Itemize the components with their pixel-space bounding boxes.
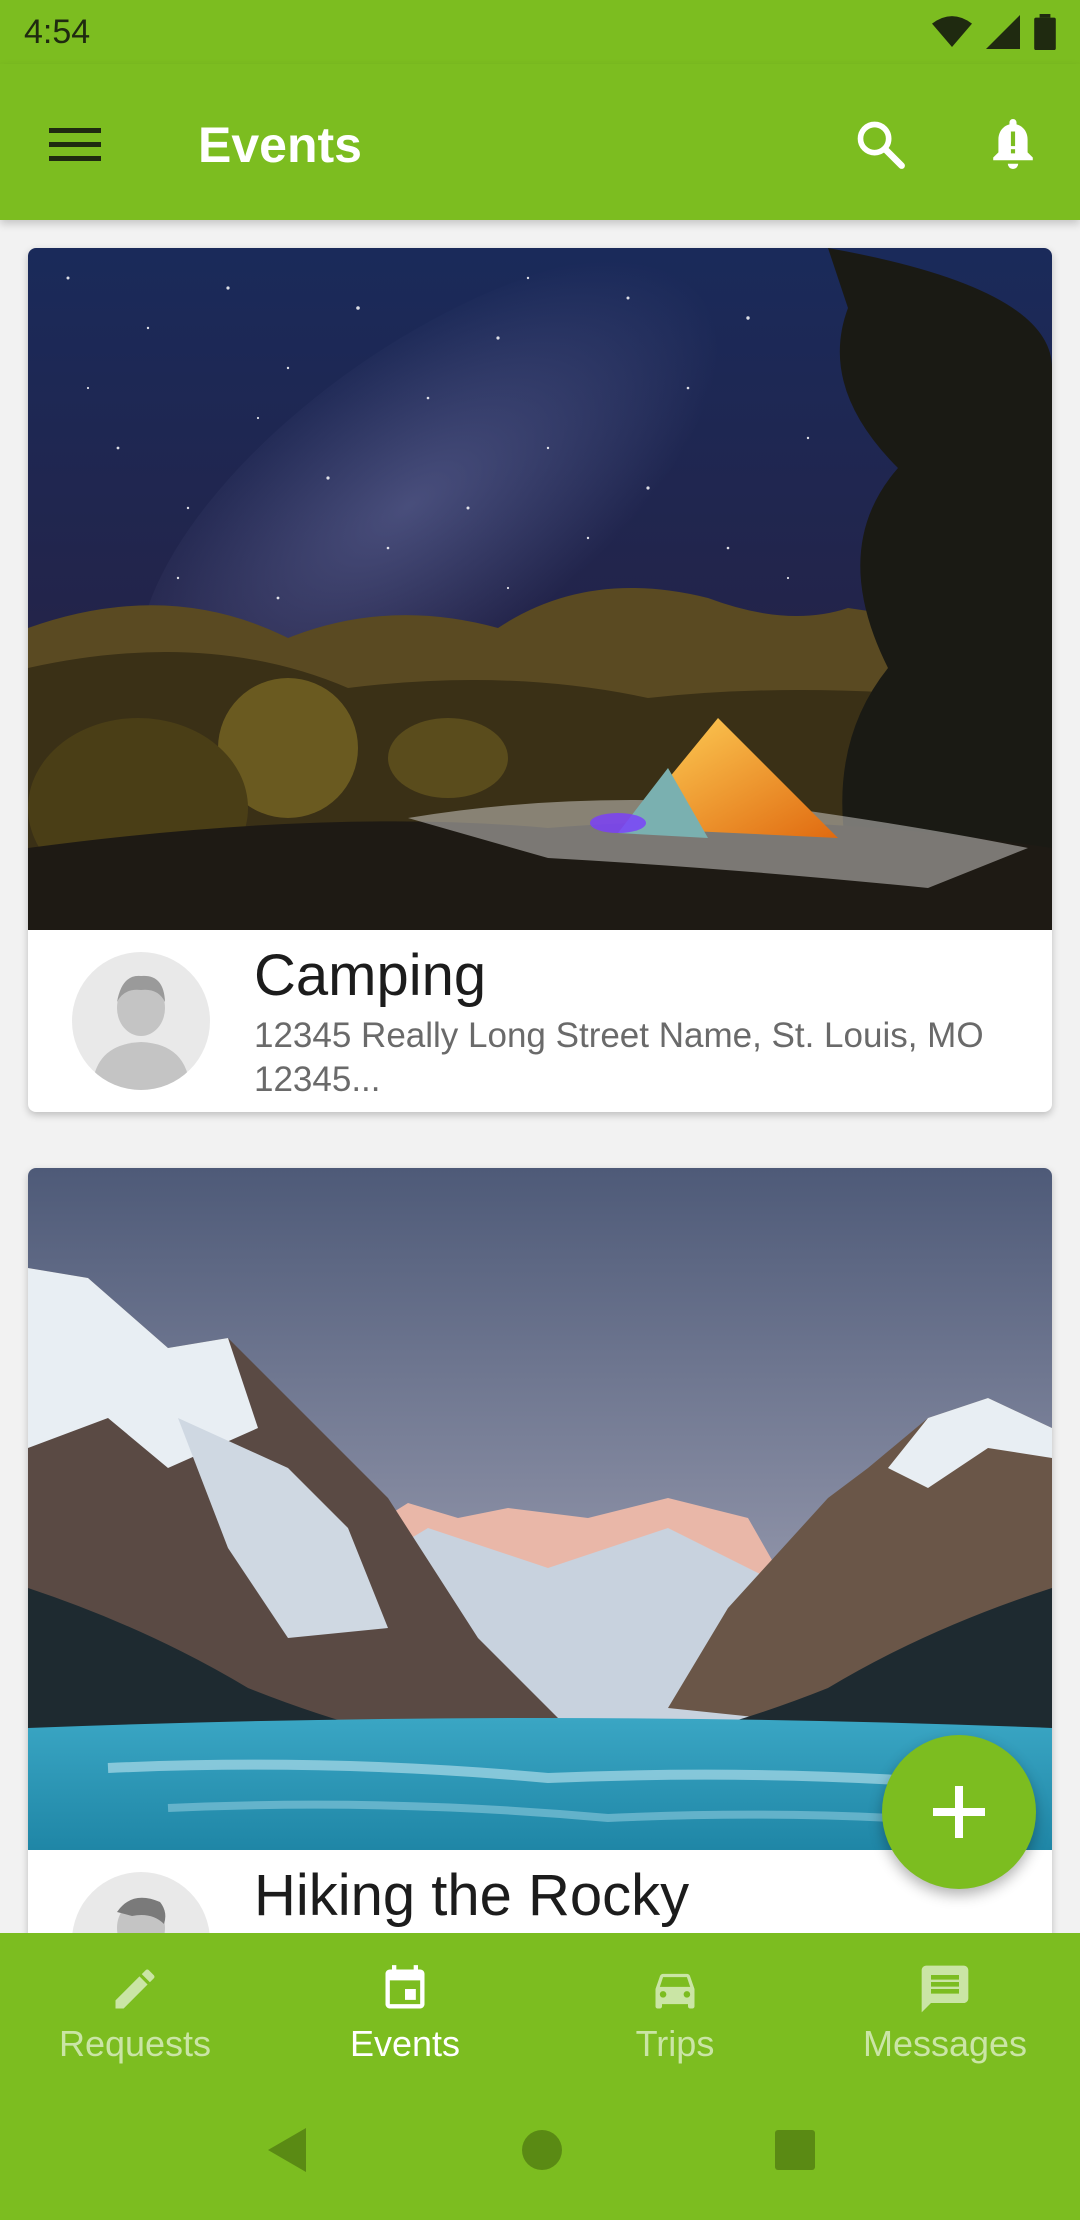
- event-list: Camping 12345 Really Long Street Name, S…: [0, 220, 1080, 1933]
- search-icon: [857, 121, 905, 169]
- pencil-icon: [115, 1969, 155, 2009]
- event-image-camping: [28, 248, 1052, 930]
- plus-icon: [933, 1786, 985, 1838]
- page-title: Events: [198, 117, 362, 173]
- search-button[interactable]: [845, 109, 915, 179]
- home-icon[interactable]: [520, 2128, 564, 2172]
- car-icon: [655, 1973, 695, 2009]
- bell-alert-icon: [993, 119, 1033, 169]
- wifi-icon: [932, 16, 972, 47]
- message-icon: [921, 1965, 969, 2013]
- battery-icon: [1034, 14, 1056, 50]
- system-navigation-bar: [0, 2079, 1080, 2220]
- nav-item-events[interactable]: Events: [270, 1933, 540, 2079]
- nav-label: Messages: [862, 2023, 1028, 2064]
- menu-icon: [49, 128, 101, 161]
- nav-item-trips[interactable]: Trips: [540, 1933, 810, 2079]
- menu-button[interactable]: [40, 109, 110, 179]
- user-avatar-icon: [117, 1897, 166, 1933]
- back-icon[interactable]: [264, 2126, 310, 2174]
- status-time: 4:54: [24, 12, 91, 51]
- calendar-icon: [385, 1965, 425, 2009]
- event-image-hiking: [28, 1168, 1052, 1850]
- event-card[interactable]: Camping 12345 Really Long Street Name, S…: [28, 248, 1052, 1112]
- user-placeholder-icon: [92, 975, 190, 1090]
- nav-label: Trips: [635, 2023, 715, 2064]
- nav-item-requests[interactable]: Requests: [0, 1933, 270, 2079]
- event-title: Hiking the Rocky: [254, 1863, 690, 1928]
- avatar: [72, 952, 210, 1090]
- avatar: [72, 1872, 210, 1933]
- event-address: 12345 Really Long Street Name, St. Louis…: [254, 1016, 984, 1099]
- nav-label: Events: [349, 2023, 461, 2064]
- notifications-button[interactable]: [978, 109, 1048, 179]
- recents-icon[interactable]: [774, 2129, 816, 2171]
- event-title: Camping: [254, 943, 487, 1008]
- status-icons: [932, 14, 1056, 50]
- bottom-navigation: Requests Events Trips Messages: [0, 1933, 1080, 2079]
- app-bar: Events: [0, 64, 1080, 220]
- signal-icon: [986, 15, 1020, 49]
- nav-item-messages[interactable]: Messages: [810, 1933, 1080, 2079]
- event-card-footer: Camping 12345 Really Long Street Name, S…: [28, 930, 1052, 1112]
- event-card-footer: Hiking the Rocky: [28, 1850, 1052, 1933]
- nav-label: Requests: [58, 2023, 212, 2064]
- status-bar: 4:54: [0, 0, 1080, 64]
- add-event-button[interactable]: [882, 1735, 1036, 1889]
